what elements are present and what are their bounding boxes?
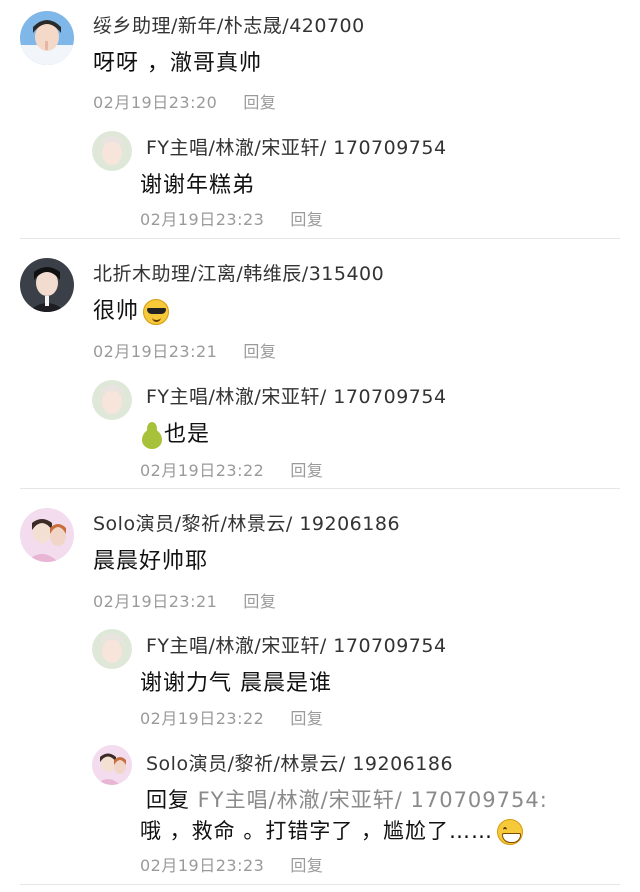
comment-time: 02月19日23:20	[93, 93, 218, 112]
reply-button[interactable]: 回复	[290, 461, 323, 480]
reply-button[interactable]: 回复	[290, 709, 323, 728]
avatar[interactable]	[20, 508, 74, 562]
comment-text: 晨晨好帅耶	[93, 549, 209, 574]
reply-button[interactable]: 回复	[243, 342, 276, 361]
mention-link[interactable]: FY主唱/林澈/宋亚轩/ 170709754:	[190, 788, 548, 812]
reply-author[interactable]: FY主唱/林澈/宋亚轩/ 170709754	[146, 382, 447, 409]
reply-time: 02月19日23:22	[140, 709, 265, 728]
comment-time: 02月19日23:21	[93, 342, 218, 361]
reply-button[interactable]: 回复	[243, 93, 276, 112]
comment-author[interactable]: Solo演员/黎祈/林景云/ 19206186	[93, 509, 400, 536]
comment-author[interactable]: 绥乡助理/新年/朴志晟/420700	[93, 11, 365, 38]
reply-text: 回复 FY主唱/林澈/宋亚轩/ 170709754:	[146, 784, 548, 814]
avatar[interactable]	[20, 11, 74, 65]
reply-text: 谢谢年糕弟	[140, 173, 256, 198]
reply-meta: 02月19日23:22 回复	[140, 457, 323, 481]
reply-meta: 02月19日23:22 回复	[140, 705, 323, 729]
avatar[interactable]	[92, 131, 132, 171]
sunglasses-emoji-icon	[143, 299, 170, 325]
avatar[interactable]	[92, 380, 132, 420]
reply-text: 也是	[140, 416, 210, 449]
comment-meta: 02月19日23:20 回复	[93, 89, 276, 113]
reply-button[interactable]: 回复	[290, 856, 323, 875]
divider	[20, 488, 620, 489]
comment-meta: 02月19日23:21 回复	[93, 588, 276, 612]
grin-emoji-icon	[497, 819, 524, 845]
comment-text-value: 很帅	[93, 299, 140, 324]
reply-text: 谢谢力气 晨晨是谁	[140, 671, 332, 696]
comment-text: 呀呀 ，澈哥真帅	[93, 51, 262, 76]
comment-meta: 02月19日23:21 回复	[93, 338, 276, 362]
reply-author[interactable]: FY主唱/林澈/宋亚轩/ 170709754	[146, 631, 447, 658]
pear-emoji-icon	[140, 421, 162, 449]
reply-button[interactable]: 回复	[290, 210, 323, 229]
reply-author[interactable]: FY主唱/林澈/宋亚轩/ 170709754	[146, 133, 447, 160]
reply-time: 02月19日23:22	[140, 461, 265, 480]
reply-time: 02月19日23:23	[140, 210, 265, 229]
reply-text-value: 也是	[164, 422, 211, 447]
divider	[20, 238, 620, 239]
comment-text: 很帅	[93, 293, 170, 325]
reply-time: 02月19日23:23	[140, 856, 265, 875]
comment-time: 02月19日23:21	[93, 592, 218, 611]
reply-prefix: 回复	[146, 788, 190, 812]
reply-text-line2: 哦 ，救命 。打错字了 ，尴尬了……	[140, 815, 524, 845]
reply-author[interactable]: Solo演员/黎祈/林景云/ 19206186	[146, 749, 453, 776]
reply-text-value: 哦 ，救命 。打错字了 ，尴尬了……	[140, 819, 494, 843]
avatar[interactable]	[20, 258, 74, 312]
reply-meta: 02月19日23:23 回复	[140, 852, 323, 876]
divider	[20, 884, 620, 885]
reply-button[interactable]: 回复	[243, 592, 276, 611]
avatar[interactable]	[92, 745, 132, 785]
comment-author[interactable]: 北折木助理/江离/韩维辰/315400	[93, 259, 384, 286]
avatar[interactable]	[92, 629, 132, 669]
reply-meta: 02月19日23:23 回复	[140, 206, 323, 230]
